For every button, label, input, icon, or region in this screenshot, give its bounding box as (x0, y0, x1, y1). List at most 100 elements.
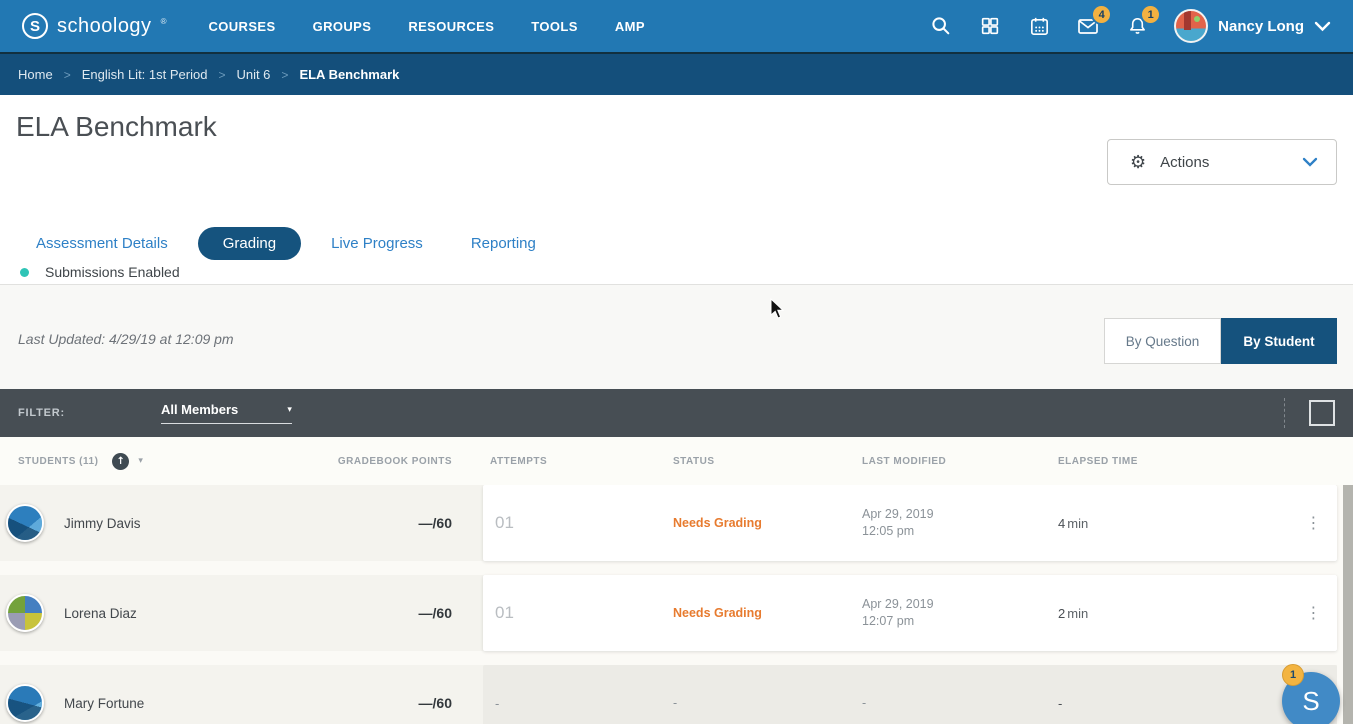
last-modified-cell: - (855, 695, 1051, 712)
nav-item-resources[interactable]: RESOURCES (408, 19, 494, 34)
student-avatar[interactable] (6, 504, 44, 542)
support-chat-label: S (1302, 686, 1319, 717)
schoology-logo-icon: S (22, 13, 48, 39)
row-kebab-menu-icon[interactable]: ⋮ (1306, 515, 1322, 531)
gradebook-points-value: —/60 (419, 695, 452, 711)
trademark-mark: ® (161, 17, 167, 26)
elapsed-time-column-header: ELAPSED TIME (1051, 456, 1290, 467)
attempt-card[interactable]: 01 Needs Grading Apr 29, 2019 12:05 pm 4… (483, 485, 1337, 561)
last-modified-date: Apr 29, 2019 (862, 596, 1051, 613)
top-navbar: S schoology ® COURSES GROUPS RESOURCES T… (0, 0, 1353, 52)
nav-item-amp[interactable]: AMP (615, 19, 645, 34)
student-cell: Jimmy Davis —/60 (0, 485, 483, 561)
last-modified-cell: Apr 29, 2019 12:05 pm (855, 506, 1051, 540)
nav-item-groups[interactable]: GROUPS (313, 19, 372, 34)
students-column-header: STUDENTS (11) ↑ ▾ GRADEBOOK POINTS (0, 453, 483, 470)
attempt-number: - (483, 696, 666, 711)
last-modified-time: 12:07 pm (862, 613, 1051, 630)
tab-live-progress[interactable]: Live Progress (331, 235, 423, 252)
students-count-label: STUDENTS (11) (18, 456, 98, 467)
sort-ascending-icon: ↑ (112, 453, 129, 470)
schoology-logo[interactable]: S schoology ® (22, 13, 166, 39)
breadcrumb-home[interactable]: Home (18, 67, 53, 82)
gradebook-points-value: —/60 (419, 515, 452, 531)
user-name: Nancy Long (1218, 18, 1304, 35)
last-modified-cell: Apr 29, 2019 12:07 pm (855, 596, 1051, 630)
gradebook-points-value: —/60 (419, 605, 452, 621)
gradebook-points-column-header: GRADEBOOK POINTS (338, 456, 452, 467)
assessment-tabs: Assessment Details Grading Live Progress… (36, 227, 566, 260)
breadcrumb-separator: > (64, 68, 71, 82)
user-menu[interactable]: Nancy Long (1174, 9, 1331, 43)
support-chat-button[interactable]: S 1 (1282, 672, 1340, 724)
attempts-column-header: ATTEMPTS (483, 456, 666, 467)
page: S schoology ® COURSES GROUPS RESOURCES T… (0, 0, 1353, 724)
breadcrumb-separator: > (218, 68, 225, 82)
attempt-number: 01 (483, 513, 666, 533)
elapsed-time-cell: 4min (1051, 516, 1290, 531)
assessment-header: ELA Benchmark Submissions Enabled ⚙ Acti… (0, 95, 1353, 285)
calendar-icon[interactable] (1027, 14, 1051, 38)
breadcrumb-unit[interactable]: Unit 6 (236, 67, 270, 82)
student-name[interactable]: Mary Fortune (64, 696, 144, 711)
tab-assessment-details[interactable]: Assessment Details (36, 235, 168, 252)
attempt-status: Needs Grading (666, 516, 855, 530)
attempt-status: Needs Grading (666, 606, 855, 620)
table-row: Lorena Diaz —/60 01 Needs Grading Apr 29… (0, 575, 1337, 651)
attempt-card[interactable]: - - - - ⋮ (483, 665, 1337, 724)
attempt-card[interactable]: 01 Needs Grading Apr 29, 2019 12:07 pm 2… (483, 575, 1337, 651)
actions-button[interactable]: ⚙ Actions (1107, 139, 1337, 185)
apps-grid-icon[interactable] (978, 14, 1002, 38)
dashed-divider (1284, 398, 1285, 428)
last-modified-time: 12:05 pm (862, 523, 1051, 540)
filter-bar: FILTER: All Members ▾ (0, 389, 1353, 437)
status-label: Submissions Enabled (45, 264, 180, 280)
user-menu-chevron-icon (1314, 21, 1331, 32)
nav-item-courses[interactable]: COURSES (208, 19, 275, 34)
last-modified-date: Apr 29, 2019 (862, 506, 1051, 523)
actions-chevron-down-icon (1302, 157, 1318, 167)
student-name[interactable]: Jimmy Davis (64, 516, 141, 531)
student-avatar[interactable] (6, 684, 44, 722)
breadcrumb-separator: > (281, 68, 288, 82)
gear-icon: ⚙ (1130, 152, 1146, 173)
student-cell: Lorena Diaz —/60 (0, 575, 483, 651)
submission-status: Submissions Enabled (20, 264, 180, 280)
main-menu: COURSES GROUPS RESOURCES TOOLS AMP (208, 19, 644, 34)
brand-name: schoology (57, 15, 152, 38)
elapsed-time-cell: 2min (1051, 606, 1290, 621)
by-student-toggle[interactable]: By Student (1221, 318, 1337, 364)
grading-table-header: STUDENTS (11) ↑ ▾ GRADEBOOK POINTS ATTEM… (0, 437, 1353, 485)
tab-reporting[interactable]: Reporting (471, 235, 536, 252)
page-title: ELA Benchmark (16, 111, 217, 143)
last-modified-date: - (862, 695, 1051, 712)
tab-grading[interactable]: Grading (198, 227, 301, 260)
row-kebab-menu-icon[interactable]: ⋮ (1306, 605, 1322, 621)
last-updated-label: Last Updated: 4/29/19 at 12:09 pm (18, 331, 234, 347)
elapsed-value: 4 (1058, 516, 1065, 531)
sort-students-button[interactable]: ↑ ▾ (112, 453, 143, 470)
nav-item-tools[interactable]: TOOLS (531, 19, 578, 34)
student-avatar[interactable] (6, 594, 44, 632)
status-column-header: STATUS (666, 456, 855, 467)
by-question-toggle[interactable]: By Question (1104, 318, 1221, 364)
filter-tools (1284, 398, 1335, 428)
scrollbar-thumb[interactable] (1343, 485, 1353, 724)
filter-label: FILTER: (18, 407, 65, 419)
student-name[interactable]: Lorena Diaz (64, 606, 137, 621)
search-icon[interactable] (929, 14, 953, 38)
elapsed-unit: min (1067, 516, 1088, 531)
breadcrumb-course[interactable]: English Lit: 1st Period (82, 67, 208, 82)
elapsed-unit: min (1067, 606, 1088, 621)
members-filter-dropdown[interactable]: All Members ▾ (161, 402, 292, 424)
messages-badge: 4 (1091, 4, 1112, 25)
elapsed-value: - (1058, 696, 1062, 711)
messages-icon[interactable]: 4 (1076, 14, 1100, 38)
elapsed-time-cell: - (1051, 696, 1290, 711)
actions-label: Actions (1160, 154, 1209, 171)
expand-view-icon[interactable] (1309, 400, 1335, 426)
grading-subheader: Last Updated: 4/29/19 at 12:09 pm By Que… (0, 285, 1353, 389)
notifications-bell-icon[interactable]: 1 (1125, 14, 1149, 38)
vertical-scrollbar (1343, 485, 1353, 724)
nav-right-tools: 4 1 Nancy Long (929, 9, 1331, 43)
